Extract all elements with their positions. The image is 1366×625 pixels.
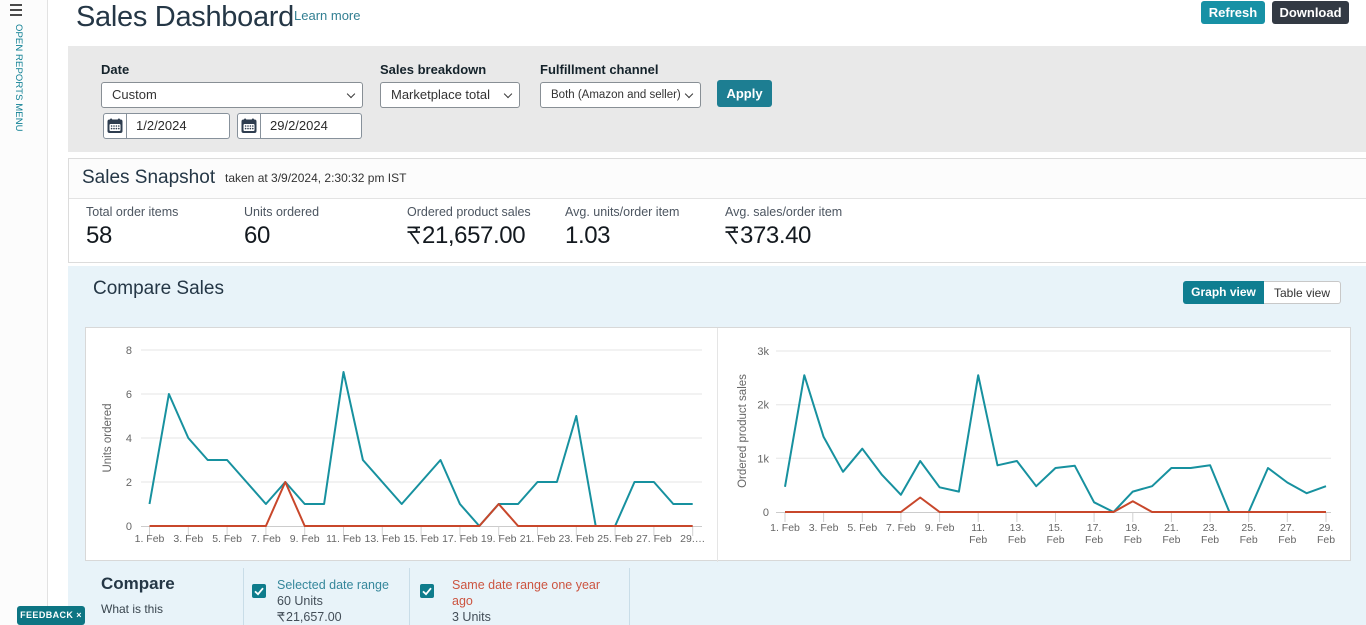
svg-text:23. Feb: 23. Feb: [558, 533, 594, 545]
svg-text:29.: 29.: [1319, 522, 1334, 534]
svg-text:8: 8: [126, 345, 132, 357]
svg-text:9. Feb: 9. Feb: [925, 522, 955, 534]
svg-text:Feb: Feb: [1278, 534, 1296, 546]
svg-text:1. Feb: 1. Feb: [770, 522, 800, 534]
svg-text:Units ordered: Units ordered: [102, 403, 114, 472]
svg-text:Feb: Feb: [1317, 534, 1335, 546]
svg-text:Feb: Feb: [1201, 534, 1219, 546]
svg-text:13. Feb: 13. Feb: [364, 533, 400, 545]
svg-text:3k: 3k: [757, 346, 769, 358]
svg-text:19. Feb: 19. Feb: [481, 533, 517, 545]
svg-text:27.: 27.: [1280, 522, 1295, 534]
svg-text:17.: 17.: [1087, 522, 1102, 534]
svg-text:15.: 15.: [1048, 522, 1063, 534]
svg-text:2k: 2k: [757, 400, 769, 412]
svg-text:3. Feb: 3. Feb: [173, 533, 203, 545]
svg-text:Ordered product sales: Ordered product sales: [737, 374, 749, 488]
svg-text:23.: 23.: [1203, 522, 1218, 534]
svg-text:6: 6: [126, 389, 132, 401]
svg-text:Feb: Feb: [1008, 534, 1026, 546]
svg-text:1k: 1k: [757, 453, 769, 465]
svg-text:27. Feb: 27. Feb: [636, 533, 672, 545]
svg-text:11. Feb: 11. Feb: [326, 533, 361, 545]
svg-text:3. Feb: 3. Feb: [809, 522, 839, 534]
svg-text:9. Feb: 9. Feb: [290, 533, 320, 545]
svg-text:29.…: 29.…: [680, 533, 705, 545]
svg-text:7. Feb: 7. Feb: [251, 533, 281, 545]
svg-text:25. Feb: 25. Feb: [597, 533, 633, 545]
svg-text:Feb: Feb: [1046, 534, 1064, 546]
svg-text:0: 0: [126, 521, 132, 533]
svg-text:5. Feb: 5. Feb: [847, 522, 877, 534]
svg-text:15. Feb: 15. Feb: [403, 533, 439, 545]
svg-text:Feb: Feb: [1085, 534, 1103, 546]
svg-text:4: 4: [126, 433, 132, 445]
svg-text:17. Feb: 17. Feb: [442, 533, 478, 545]
svg-text:Feb: Feb: [1162, 534, 1180, 546]
svg-text:2: 2: [126, 477, 132, 489]
svg-text:0: 0: [763, 507, 769, 519]
svg-text:5. Feb: 5. Feb: [212, 533, 242, 545]
svg-text:Feb: Feb: [969, 534, 987, 546]
svg-text:21. Feb: 21. Feb: [520, 533, 556, 545]
svg-text:Feb: Feb: [1240, 534, 1258, 546]
svg-text:25.: 25.: [1241, 522, 1256, 534]
svg-text:7. Feb: 7. Feb: [886, 522, 916, 534]
svg-text:21.: 21.: [1164, 522, 1179, 534]
svg-text:1. Feb: 1. Feb: [135, 533, 165, 545]
svg-text:13.: 13.: [1010, 522, 1025, 534]
svg-text:Feb: Feb: [1124, 534, 1142, 546]
svg-text:19.: 19.: [1125, 522, 1140, 534]
svg-text:11.: 11.: [971, 522, 985, 534]
